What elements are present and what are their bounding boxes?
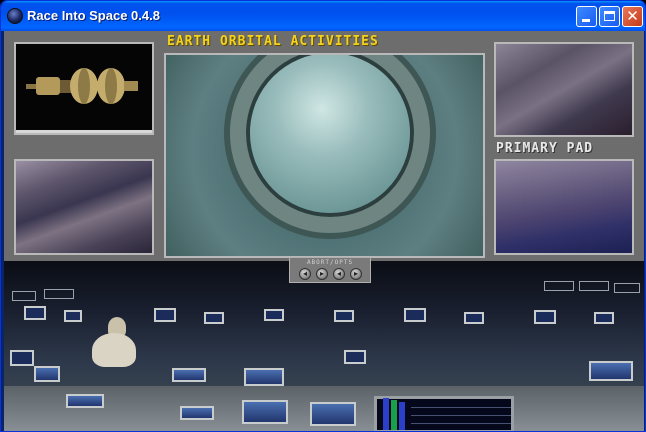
wall-display <box>12 291 36 301</box>
telemetry-display <box>374 396 514 431</box>
forward-icon: ▸ <box>353 269 358 278</box>
spacecraft-icon <box>26 68 138 104</box>
playback-controls: ABORT/OPTS ◂ ▸ ◂ ▸ <box>289 257 371 283</box>
console-monitor <box>24 306 46 320</box>
porthole-window <box>250 55 410 213</box>
control-button-2[interactable]: ▸ <box>316 268 328 280</box>
play-icon: ▸ <box>319 269 324 278</box>
minimize-button[interactable] <box>576 6 597 27</box>
mission-control-room <box>4 261 644 431</box>
console-monitor <box>404 308 426 322</box>
pad-label: PRIMARY PAD <box>496 141 594 156</box>
telemetry-line <box>411 407 511 408</box>
window-title: Race Into Space 0.4.8 <box>27 8 160 23</box>
app-window: Race Into Space 0.4.8 ✕ EARTH ORBITAL AC… <box>0 0 646 432</box>
console-monitor <box>594 312 614 324</box>
console-monitor <box>10 350 34 366</box>
earth-view-thumbnail-right-bottom[interactable] <box>494 159 634 255</box>
console-monitor <box>64 310 82 322</box>
maximize-icon <box>604 11 615 21</box>
panel-title: EARTH ORBITAL ACTIVITIES <box>167 34 379 49</box>
control-button-3[interactable]: ◂ <box>333 268 345 280</box>
wall-display <box>44 289 74 299</box>
wall-display <box>614 283 640 293</box>
porthole-view <box>164 53 485 258</box>
console-monitor <box>204 312 224 324</box>
back-icon: ◂ <box>336 269 341 278</box>
console-monitor <box>534 310 556 324</box>
console-monitor <box>464 312 484 324</box>
telemetry-line <box>411 423 511 424</box>
close-icon: ✕ <box>626 7 639 25</box>
control-button-1[interactable]: ◂ <box>299 268 311 280</box>
mission-panel: EARTH ORBITAL ACTIVITIES PRIMARY PAD <box>4 31 644 261</box>
console-row-front <box>4 386 644 431</box>
console-monitor <box>334 310 354 322</box>
console-monitor <box>242 400 288 424</box>
console-monitor <box>180 406 214 420</box>
telemetry-bar <box>383 398 389 430</box>
controls-label: ABORT/OPTS <box>306 259 354 266</box>
console-monitor <box>310 402 356 426</box>
minimize-icon <box>582 19 590 22</box>
console-monitor <box>264 309 284 321</box>
console-monitor <box>344 350 366 364</box>
selection-underline <box>16 130 152 133</box>
title-bar[interactable]: Race Into Space 0.4.8 ✕ <box>1 1 645 31</box>
game-area: EARTH ORBITAL ACTIVITIES PRIMARY PAD ABO… <box>4 31 644 431</box>
wall-display <box>544 281 574 291</box>
console-monitor <box>154 308 176 322</box>
rewind-icon: ◂ <box>302 269 307 278</box>
maximize-button[interactable] <box>599 6 620 27</box>
console-monitor <box>172 368 206 382</box>
earth-view-thumbnail-right-top[interactable] <box>494 42 634 137</box>
console-monitor <box>66 394 104 408</box>
console-monitor <box>34 366 60 382</box>
app-globe-icon <box>7 8 23 24</box>
telemetry-bar <box>391 400 397 430</box>
console-monitor <box>589 361 633 381</box>
telemetry-line <box>411 415 511 416</box>
controller-person-body <box>92 333 136 367</box>
telemetry-bar <box>399 402 405 430</box>
earth-view-thumbnail-left[interactable] <box>14 159 154 255</box>
close-button[interactable]: ✕ <box>622 6 643 27</box>
console-monitor <box>244 368 284 386</box>
wall-display <box>579 281 609 291</box>
spacecraft-thumbnail[interactable] <box>14 42 154 135</box>
control-button-4[interactable]: ▸ <box>350 268 362 280</box>
